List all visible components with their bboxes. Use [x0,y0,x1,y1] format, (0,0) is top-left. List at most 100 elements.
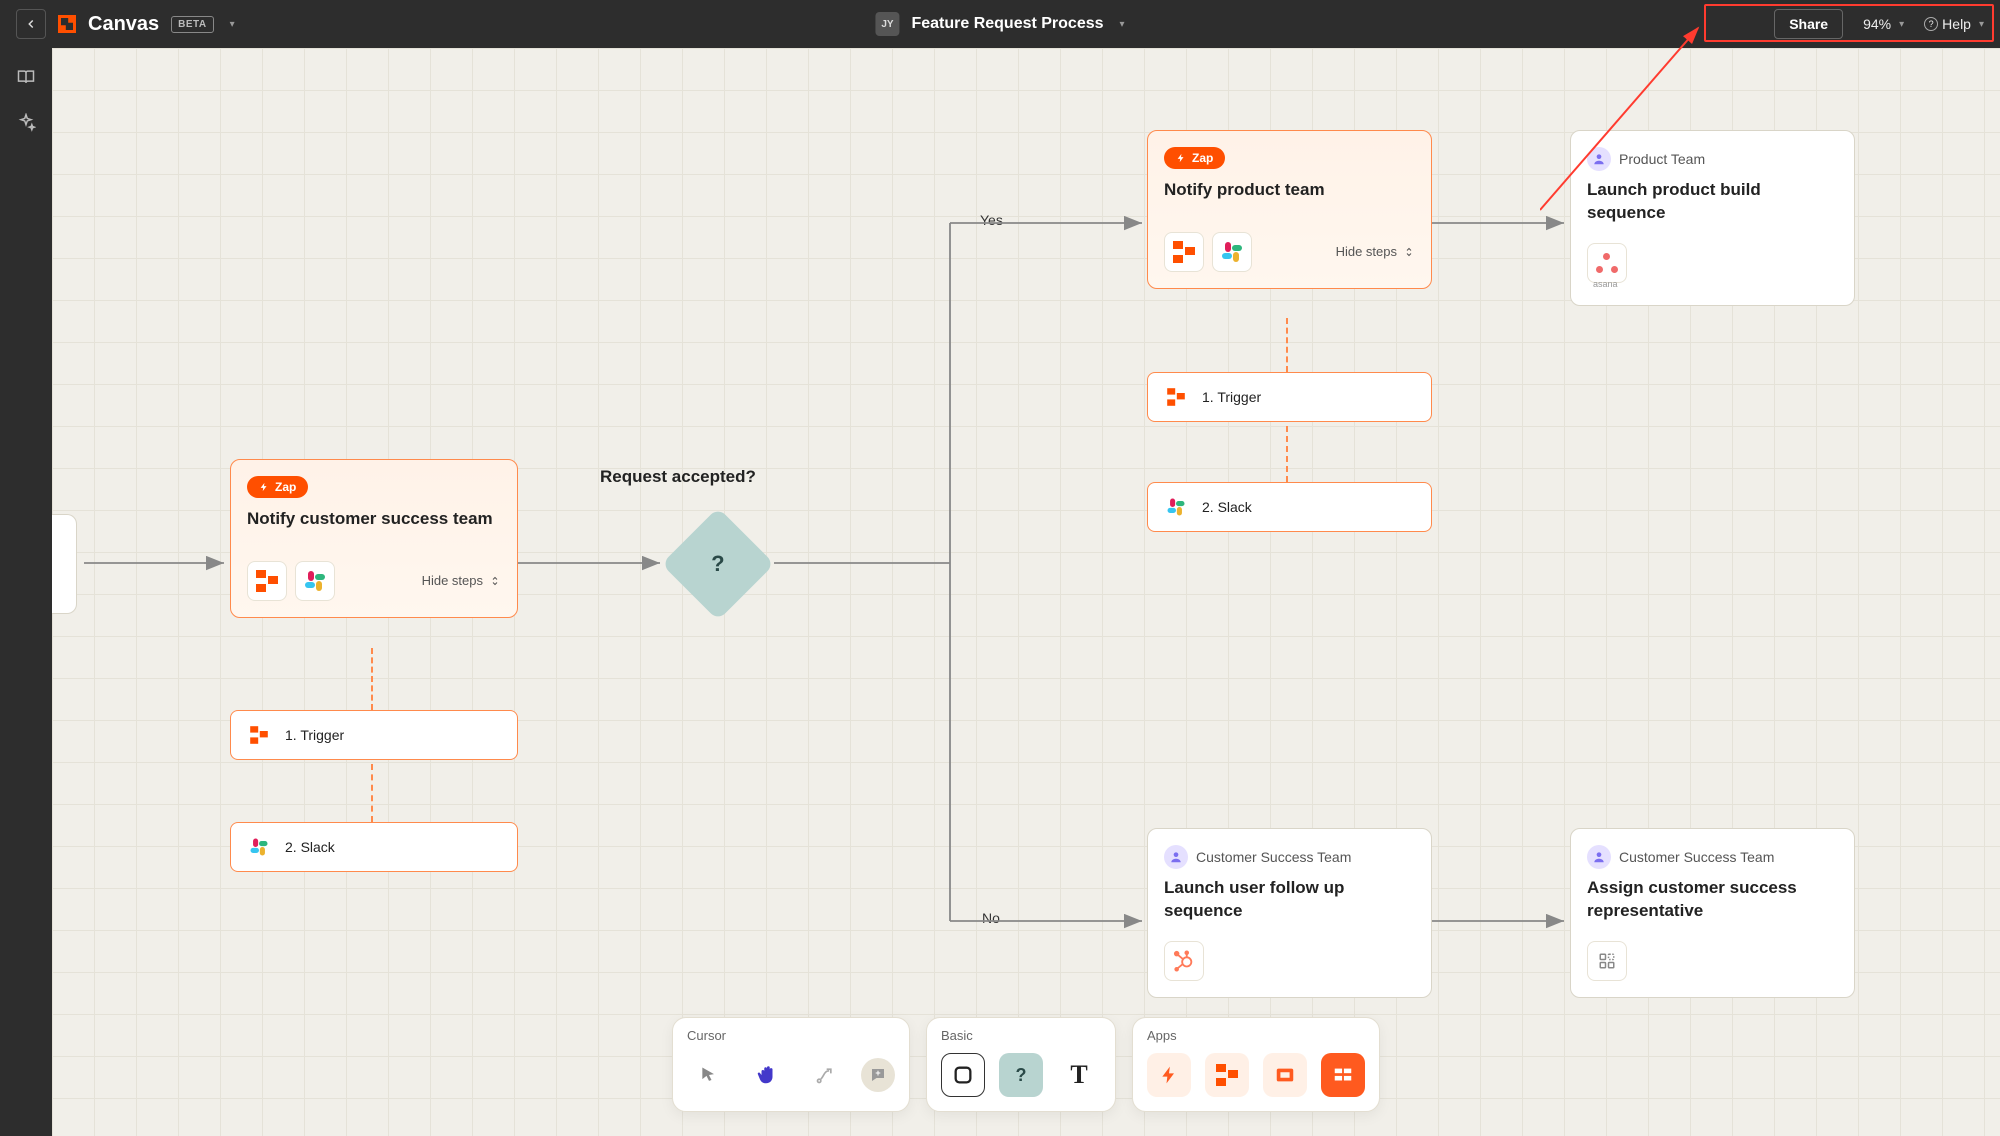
top-bar: Canvas BETA ▾ JY Feature Request Process… [0,0,2000,48]
user-avatar-icon [1587,147,1611,171]
team-name: Customer Success Team [1619,849,1774,865]
step-connector [371,648,373,710]
edge-label-yes: Yes [980,212,1003,228]
zoom-dropdown[interactable]: 94% ▾ [1863,16,1904,32]
zap-node-notify-product[interactable]: Zap Notify product team Hide steps [1147,130,1432,289]
chevron-sort-icon [1403,245,1415,259]
chevron-down-icon: ▾ [1979,19,1984,30]
zapier-icon [1164,232,1204,272]
offscreen-card-edge [52,514,77,614]
share-button[interactable]: Share [1774,9,1843,39]
team-name: Product Team [1619,151,1705,167]
app-title: Canvas [88,13,159,36]
card-assign-rep[interactable]: Customer Success Team Assign customer su… [1570,828,1855,998]
toolbar-group-label: Cursor [687,1028,895,1043]
frame-app-tool[interactable] [1263,1053,1307,1097]
user-avatar-icon [1164,845,1188,869]
svg-text:+: + [875,1068,880,1078]
cursor-tool[interactable] [687,1053,731,1097]
step-card-trigger-2[interactable]: 1. Trigger [1147,372,1432,422]
team-row: Product Team [1587,147,1838,171]
bolt-icon [259,482,269,492]
hide-steps-toggle[interactable]: Hide steps [1336,244,1415,259]
team-row: Customer Success Team [1164,845,1415,869]
rect-shape-tool[interactable] [941,1053,985,1097]
step-connector [371,764,373,822]
help-icon: ? [1924,17,1938,31]
card-title: Assign customer success representative [1587,877,1838,923]
card-title: Launch product build sequence [1587,179,1838,225]
toolbar-group-label: Apps [1147,1028,1365,1043]
doc-title-chevron-icon[interactable]: ▾ [1120,19,1125,30]
document-title[interactable]: Feature Request Process [911,15,1103,33]
book-icon[interactable] [15,66,37,88]
toolbar-group-label: Basic [941,1028,1101,1043]
help-dropdown[interactable]: ? Help ▾ [1924,16,1984,32]
team-name: Customer Success Team [1196,849,1351,865]
slack-icon [245,833,273,861]
slack-icon [1162,493,1190,521]
zoom-value: 94% [1863,16,1891,32]
step-card-slack-1[interactable]: 2. Slack [230,822,518,872]
decision-title: Request accepted? [600,467,756,487]
comment-tool[interactable]: + [861,1058,895,1092]
bolt-icon [1176,153,1186,163]
back-button[interactable] [16,9,46,39]
decision-diamond[interactable]: ? [661,507,774,620]
user-avatar-icon [1587,845,1611,869]
card-launch-followup[interactable]: Customer Success Team Launch user follow… [1147,828,1432,998]
text-tool[interactable]: T [1057,1053,1101,1097]
chevron-down-icon[interactable]: ▾ [230,19,235,30]
chevron-down-icon: ▾ [1899,19,1904,30]
team-row: Customer Success Team [1587,845,1838,869]
zapier-icon [1162,383,1190,411]
topbar-center: JY Feature Request Process ▾ [875,12,1124,36]
zapier-icon [247,561,287,601]
hide-steps-label: Hide steps [422,573,483,588]
zap-badge: Zap [247,476,308,498]
zap-node-app-icons [247,561,335,601]
toolbar-group-apps: Apps [1132,1017,1380,1112]
topbar-left: Canvas BETA ▾ [16,9,235,39]
user-avatar[interactable]: JY [875,12,899,36]
step-card-slack-2[interactable]: 2. Slack [1147,482,1432,532]
hand-tool[interactable] [745,1053,789,1097]
step-label: 1. Trigger [285,727,344,743]
step-label: 1. Trigger [1202,389,1261,405]
slack-icon [295,561,335,601]
canvas-area[interactable]: Request accepted? ? Yes No Zap Notify cu… [52,48,2000,1136]
beta-badge: BETA [171,16,213,33]
toolbar-group-basic: Basic ? T [926,1017,1116,1112]
card-title: Launch user follow up sequence [1164,877,1415,923]
zap-badge: Zap [1164,147,1225,169]
toolbar-group-cursor: Cursor + [672,1017,910,1112]
zap-node-notify-cs[interactable]: Zap Notify customer success team Hide st… [230,459,518,618]
table-app-tool[interactable] [1321,1053,1365,1097]
decision-shape-tool[interactable]: ? [999,1053,1043,1097]
asana-label: asana [1593,279,1838,289]
bottom-toolbar: Cursor + Basic ? T Apps [672,1017,1380,1112]
hide-steps-toggle[interactable]: Hide steps [422,573,501,588]
zapier-app-tool[interactable] [1205,1053,1249,1097]
widget-icon [1587,941,1627,981]
asana-icon [1587,243,1627,283]
chevron-sort-icon [489,574,501,588]
connector-tool[interactable] [803,1053,847,1097]
step-label: 2. Slack [1202,499,1252,515]
card-launch-product-build[interactable]: Product Team Launch product build sequen… [1570,130,1855,306]
zap-bolt-tool[interactable] [1147,1053,1191,1097]
zap-node-title: Notify product team [1164,179,1415,202]
step-card-trigger-1[interactable]: 1. Trigger [230,710,518,760]
zapier-logo-icon [58,15,76,33]
zap-node-app-icons [1164,232,1252,272]
zapier-icon [245,721,273,749]
zap-badge-label: Zap [1192,151,1213,165]
step-connector [1286,318,1288,372]
slack-icon [1212,232,1252,272]
step-label: 2. Slack [285,839,335,855]
help-label: Help [1942,16,1971,32]
sparkle-icon[interactable] [15,112,37,134]
decision-symbol: ? [711,551,724,577]
step-connector [1286,426,1288,482]
topbar-right: Share 94% ▾ ? Help ▾ [1774,9,1984,39]
